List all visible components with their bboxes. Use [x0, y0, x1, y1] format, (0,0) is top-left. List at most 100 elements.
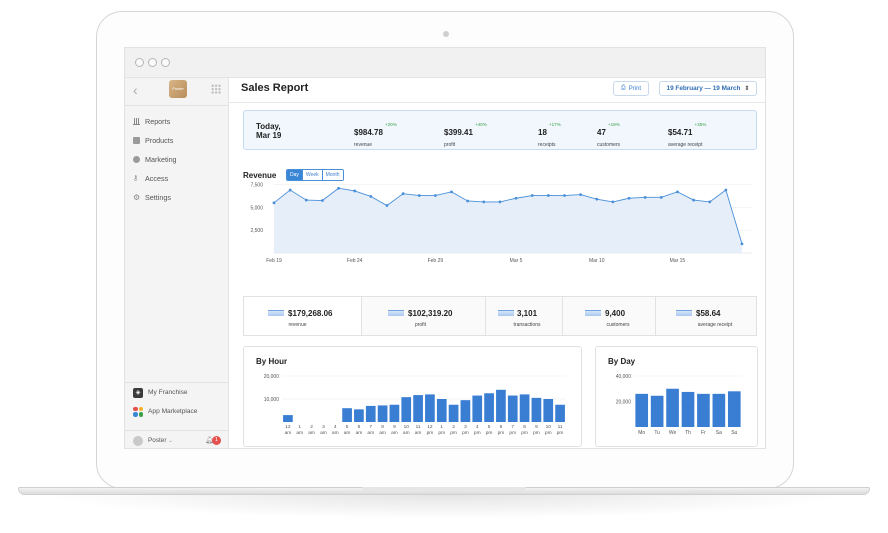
revenue-point[interactable]: [385, 204, 389, 207]
sidebar-item-products[interactable]: Products: [125, 131, 229, 150]
apps-grid-icon[interactable]: [211, 84, 221, 94]
pie-icon: [133, 156, 140, 163]
bar[interactable]: [496, 389, 506, 422]
bar[interactable]: [377, 405, 388, 422]
close-window-button[interactable]: [135, 58, 144, 67]
bar[interactable]: [635, 393, 649, 427]
print-button[interactable]: ⎙ Print: [613, 81, 649, 96]
revenue-point[interactable]: [708, 200, 712, 204]
revenue-point[interactable]: [643, 195, 647, 199]
bar[interactable]: [425, 394, 435, 422]
total-label: revenue: [288, 322, 307, 328]
sidebar-item-settings[interactable]: ⚙ Settings: [125, 188, 229, 207]
x-tick-label: Fr: [701, 430, 706, 436]
bar[interactable]: [283, 415, 293, 422]
bar[interactable]: [727, 391, 741, 427]
revenue-point[interactable]: [563, 194, 566, 197]
revenue-point[interactable]: [595, 197, 599, 201]
sparkline-icon: [676, 310, 692, 316]
sparkline-icon: [498, 310, 514, 316]
revenue-point[interactable]: [417, 194, 421, 197]
printer-icon: ⎙: [620, 85, 626, 91]
sidebar-item-label: App Marketplace: [148, 408, 198, 415]
bar[interactable]: [555, 404, 565, 422]
bar[interactable]: [519, 394, 530, 422]
revenue-point[interactable]: [321, 199, 324, 202]
laptop-shadow: [40, 495, 848, 519]
bar[interactable]: [531, 397, 542, 422]
revenue-point[interactable]: [676, 190, 679, 194]
revenue-point[interactable]: [546, 194, 550, 197]
bar[interactable]: [342, 408, 352, 422]
sparkline-icon: [388, 310, 404, 316]
bar[interactable]: [484, 393, 494, 422]
segment-month[interactable]: Month: [322, 170, 343, 180]
period-line-1: Today,: [256, 122, 281, 131]
revenue-point[interactable]: [740, 242, 744, 246]
x-tick-label: am: [403, 431, 410, 436]
revenue-point[interactable]: [627, 196, 631, 200]
sidebar-item-label: Reports: [145, 117, 171, 126]
segment-day[interactable]: Day: [287, 170, 303, 180]
revenue-point[interactable]: [401, 192, 405, 196]
sidebar-item-reports[interactable]: Reports: [125, 112, 229, 131]
app-window: ‹ Poster Reports Products Marketing ⚷ Ac…: [124, 47, 766, 449]
revenue-point[interactable]: [450, 190, 453, 194]
revenue-point[interactable]: [611, 200, 615, 204]
stat-delta: +19%: [607, 122, 620, 127]
revenue-point[interactable]: [724, 188, 728, 192]
revenue-point[interactable]: [353, 189, 357, 193]
revenue-point[interactable]: [482, 200, 486, 204]
bar[interactable]: [413, 395, 423, 422]
back-arrow-icon[interactable]: ‹: [133, 82, 138, 98]
bar[interactable]: [543, 399, 554, 422]
bar[interactable]: [354, 409, 364, 422]
x-tick-label: Mo: [638, 430, 645, 436]
bar[interactable]: [389, 404, 400, 422]
revenue-point[interactable]: [514, 196, 518, 200]
bar[interactable]: [365, 405, 376, 422]
segment-week[interactable]: Week: [302, 170, 323, 180]
sidebar-item-marketing[interactable]: Marketing: [125, 150, 229, 169]
bar[interactable]: [472, 395, 483, 422]
x-tick-label: pm: [557, 431, 564, 436]
sidebar-item-app-marketplace[interactable]: App Marketplace: [125, 402, 229, 421]
revenue-point[interactable]: [692, 198, 695, 202]
bar[interactable]: [666, 388, 679, 427]
revenue-point[interactable]: [579, 193, 583, 196]
date-range-picker[interactable]: 19 February — 19 March ⇕: [659, 81, 757, 96]
bar[interactable]: [697, 393, 710, 427]
bar[interactable]: [436, 399, 447, 422]
revenue-point[interactable]: [659, 195, 663, 199]
minimize-window-button[interactable]: [148, 58, 157, 67]
x-tick-label: pm: [486, 431, 493, 436]
revenue-point[interactable]: [498, 200, 502, 204]
bar[interactable]: [681, 391, 695, 427]
bar[interactable]: [712, 393, 726, 427]
bar[interactable]: [650, 395, 664, 427]
maximize-window-button[interactable]: [161, 58, 170, 67]
revenue-point[interactable]: [304, 198, 308, 202]
bar[interactable]: [507, 395, 518, 422]
sidebar-item-access[interactable]: ⚷ Access: [125, 169, 229, 188]
revenue-point[interactable]: [288, 188, 292, 192]
user-menu[interactable]: Poster ⌄ 🔔︎ 1: [125, 430, 229, 448]
poster-logo[interactable]: Poster: [169, 80, 187, 98]
x-tick-label: 8: [523, 424, 526, 430]
sidebar-item-my-franchise[interactable]: ◈ My Franchise: [125, 383, 229, 402]
revenue-point[interactable]: [337, 186, 340, 190]
sidebar-item-label: Products: [145, 136, 174, 145]
revenue-point[interactable]: [530, 194, 534, 197]
bar[interactable]: [401, 397, 412, 422]
revenue-point[interactable]: [272, 201, 276, 205]
total-value: $102,319.20: [408, 309, 453, 318]
bar[interactable]: [448, 404, 459, 422]
revenue-point[interactable]: [433, 194, 437, 197]
revenue-point[interactable]: [369, 195, 373, 198]
total-label: customers: [606, 322, 630, 328]
sidebar: ‹ Poster Reports Products Marketing ⚷ Ac…: [125, 78, 229, 448]
stat-receipts: 18+17% receipts: [538, 122, 561, 148]
date-range-label: 19 February — 19 March: [666, 85, 741, 92]
revenue-point[interactable]: [466, 199, 470, 203]
bar[interactable]: [460, 400, 471, 422]
